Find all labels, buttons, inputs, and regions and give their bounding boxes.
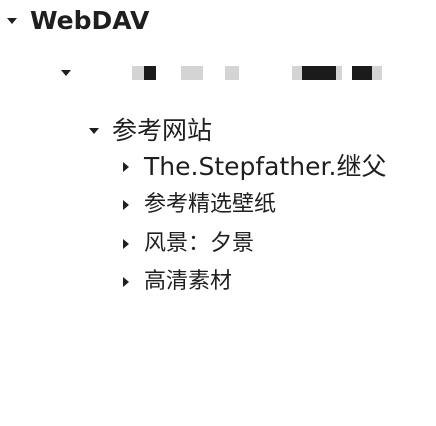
tree-node-label: 参考精选壁纸 bbox=[144, 192, 277, 217]
chevron-down-icon[interactable] bbox=[88, 125, 100, 137]
obscured-label bbox=[0, 65, 436, 81]
chevron-right-icon[interactable] bbox=[120, 199, 132, 211]
tree-node-label: 风景：夕景 bbox=[144, 231, 255, 256]
tree-node-label: WebDAV bbox=[30, 6, 150, 35]
tree-node-child[interactable]: 风景：夕景 bbox=[120, 229, 254, 259]
tree-node-webdav[interactable]: WebDAV bbox=[6, 6, 149, 36]
tree-node-folder[interactable]: 参考网站 bbox=[88, 116, 212, 146]
chevron-down-icon[interactable] bbox=[6, 15, 18, 27]
tree-node-label: 参考网站 bbox=[112, 116, 213, 145]
tree-node-label: 高清素材 bbox=[144, 269, 233, 294]
chevron-right-icon[interactable] bbox=[120, 238, 132, 250]
chevron-right-icon[interactable] bbox=[120, 161, 132, 173]
tree-node-child[interactable]: 高清素材 bbox=[120, 267, 232, 297]
tree-node-child[interactable]: 参考精选壁纸 bbox=[120, 190, 276, 220]
tree-node-child[interactable]: The.Stepfather.继父 bbox=[120, 152, 386, 182]
tree-node-label: The.Stepfather.继父 bbox=[144, 152, 387, 181]
chevron-right-icon[interactable] bbox=[120, 276, 132, 288]
